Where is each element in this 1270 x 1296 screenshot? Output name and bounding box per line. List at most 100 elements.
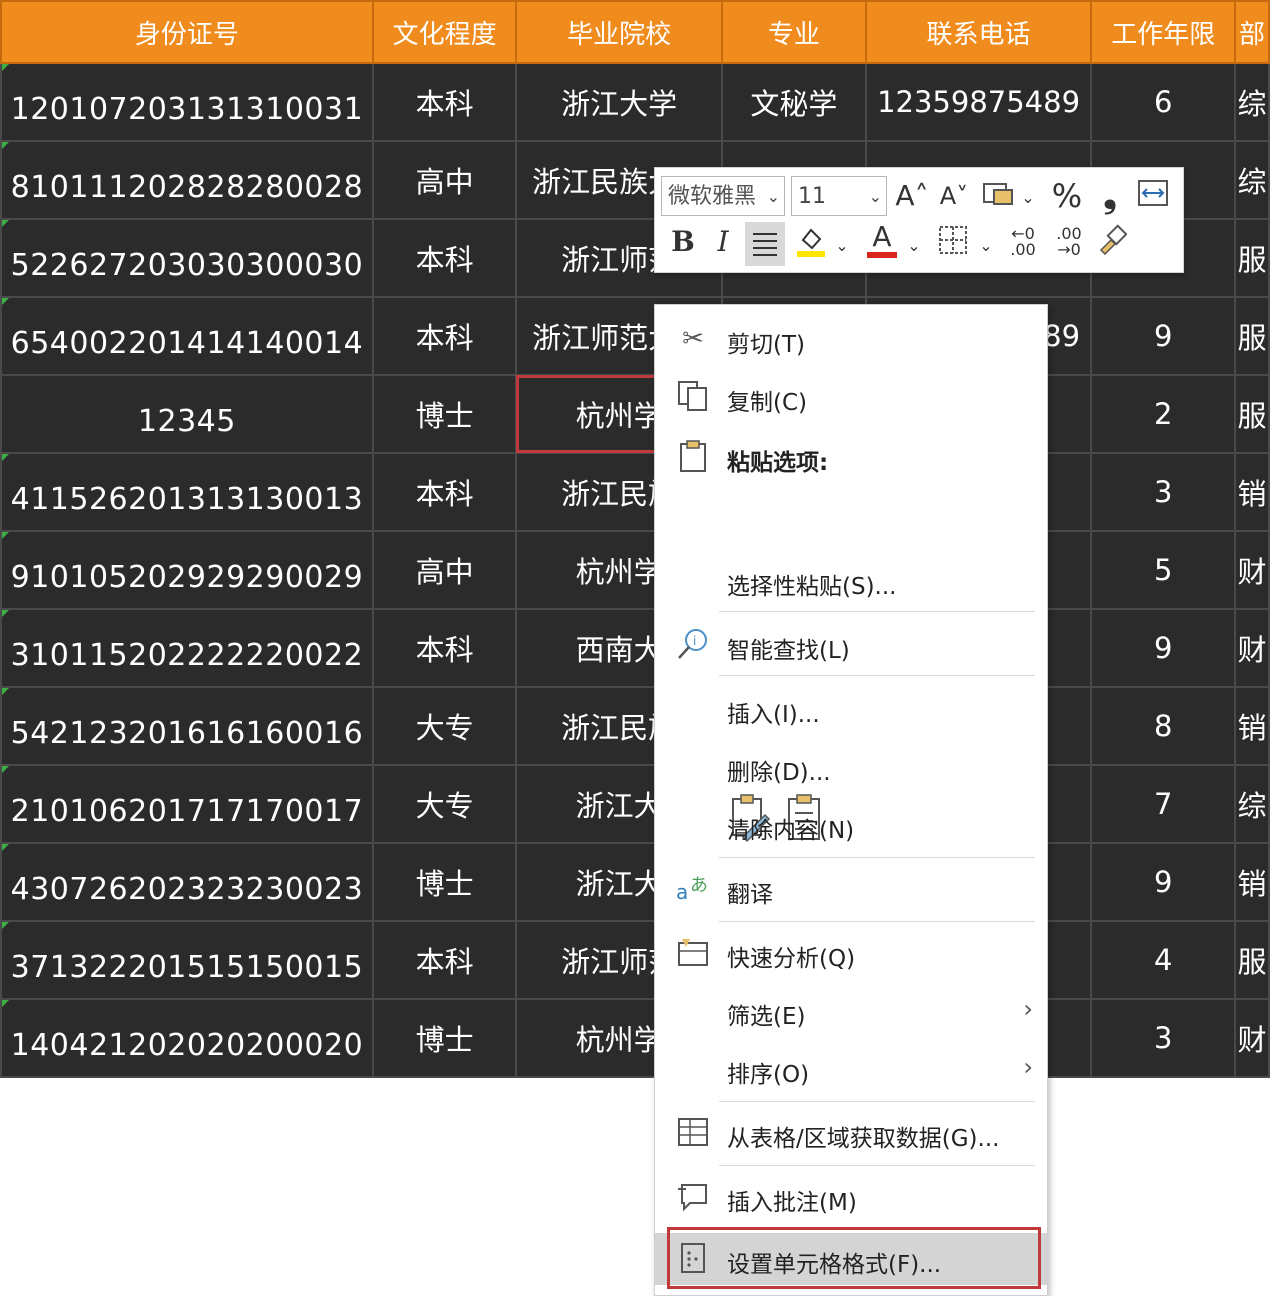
department-cell[interactable]: 销 [1233, 686, 1270, 766]
id-cell[interactable]: 140421202020200020 [0, 998, 374, 1078]
id-cell[interactable]: 411526201313130013 [0, 452, 374, 532]
education-cell[interactable]: 高中 [371, 140, 518, 220]
education-cell[interactable]: 本科 [371, 608, 518, 688]
education-cell[interactable]: 博士 [371, 374, 518, 454]
decrease-font-button[interactable]: A˅ [937, 178, 971, 214]
education-cell[interactable]: 本科 [371, 218, 518, 298]
department-cell[interactable]: 财 [1233, 530, 1270, 610]
align-center-button[interactable] [745, 222, 785, 266]
increase-decimal-button[interactable]: ←0 .00 [1003, 226, 1043, 258]
menu-item-get-data[interactable]: 从表格/区域获取数据(G)... [655, 1107, 1047, 1159]
department-cell[interactable]: 财 [1233, 608, 1270, 688]
id-cell[interactable]: 654002201414140014 [0, 296, 374, 376]
chevron-down-icon[interactable]: ⌄ [1021, 180, 1035, 216]
department-cell[interactable]: 服 [1233, 374, 1270, 454]
header-phone[interactable]: 联系电话 [864, 0, 1093, 64]
fill-color-button[interactable] [793, 224, 829, 267]
menu-item-insert[interactable]: 插入(I)... [655, 683, 1047, 735]
menu-item-smart-lookup[interactable]: i 智能查找(L) [655, 619, 1047, 671]
phone-cell[interactable]: 12359875489 [864, 62, 1093, 142]
education-cell[interactable]: 本科 [371, 920, 518, 1000]
chevron-down-icon[interactable]: ⌄ [835, 228, 849, 264]
fill-color-icon [797, 228, 825, 257]
department-cell[interactable]: 综 [1233, 62, 1270, 142]
italic-button[interactable]: I [707, 224, 739, 260]
id-cell[interactable]: 371322201515150015 [0, 920, 374, 1000]
department-cell[interactable]: 服 [1233, 920, 1270, 1000]
chevron-down-icon[interactable]: ⌄ [979, 228, 993, 264]
header-department[interactable]: 部 [1233, 0, 1270, 64]
header-education[interactable]: 文化程度 [371, 0, 518, 64]
font-size-select[interactable]: 11 ⌄ [791, 176, 887, 216]
id-cell[interactable]: 12345 [0, 374, 374, 454]
department-cell[interactable]: 服 [1233, 296, 1270, 376]
department-cell[interactable]: 销 [1233, 842, 1270, 922]
header-years[interactable]: 工作年限 [1090, 0, 1236, 64]
id-cell[interactable]: 522627203030300030 [0, 218, 374, 298]
id-cell[interactable]: 210106201717170017 [0, 764, 374, 844]
font-name-select[interactable]: 微软雅黑 ⌄ [661, 176, 785, 216]
header-school[interactable]: 毕业院校 [515, 0, 723, 64]
school-cell[interactable]: 浙江大学 [515, 62, 723, 142]
menu-item-sort[interactable]: 排序(O) › [655, 1043, 1047, 1095]
menu-item-paste-special[interactable]: 选择性粘贴(S)... [655, 555, 1047, 607]
years-cell[interactable]: 8 [1090, 686, 1236, 766]
department-cell[interactable]: 服 [1233, 218, 1270, 298]
id-cell[interactable]: 542123201616160016 [0, 686, 374, 766]
menu-item-filter[interactable]: 筛选(E) › [655, 985, 1047, 1037]
menu-item-translate[interactable]: aあ 翻译 [655, 863, 1047, 915]
education-cell[interactable]: 博士 [371, 998, 518, 1078]
education-cell[interactable]: 本科 [371, 452, 518, 532]
id-cell[interactable]: 810111202828280028 [0, 140, 374, 220]
years-cell[interactable]: 2 [1090, 374, 1236, 454]
increase-font-button[interactable]: A˄ [893, 178, 931, 214]
education-cell[interactable]: 博士 [371, 842, 518, 922]
percent-button[interactable]: % [1047, 178, 1087, 214]
menu-item-clear-contents[interactable]: 清除内容(N) [655, 799, 1047, 851]
education-cell[interactable]: 本科 [371, 62, 518, 142]
header-major[interactable]: 专业 [720, 0, 867, 64]
decrease-decimal-button[interactable]: .00 →0 [1049, 226, 1089, 258]
menu-label: 筛选(E) [727, 1004, 806, 1030]
years-cell[interactable]: 3 [1090, 998, 1236, 1078]
id-cell[interactable]: 120107203131310031 [0, 62, 374, 142]
merge-center-button[interactable] [1133, 178, 1173, 217]
years-cell[interactable]: 3 [1090, 452, 1236, 532]
department-cell[interactable]: 销 [1233, 452, 1270, 532]
copy-icon [675, 379, 711, 415]
menu-item-delete[interactable]: 删除(D)... [655, 741, 1047, 793]
menu-item-cut[interactable]: ✂ 剪切(T) [655, 313, 1047, 365]
bold-button[interactable]: B [667, 224, 699, 260]
years-cell[interactable]: 9 [1090, 842, 1236, 922]
major-cell[interactable]: 文秘学 [720, 62, 867, 142]
years-cell[interactable]: 6 [1090, 62, 1236, 142]
department-cell[interactable]: 综 [1233, 764, 1270, 844]
years-cell[interactable]: 5 [1090, 530, 1236, 610]
years-cell[interactable]: 7 [1090, 764, 1236, 844]
id-cell[interactable]: 310115202222220022 [0, 608, 374, 688]
font-color-button[interactable]: A [865, 222, 899, 258]
years-cell[interactable]: 9 [1090, 608, 1236, 688]
education-cell[interactable]: 高中 [371, 530, 518, 610]
svg-text:i: i [693, 634, 696, 648]
id-cell[interactable]: 910105202929290029 [0, 530, 374, 610]
chevron-down-icon[interactable]: ⌄ [907, 228, 921, 264]
borders-button[interactable] [935, 224, 971, 265]
education-cell[interactable]: 大专 [371, 686, 518, 766]
format-painter-button[interactable] [1093, 224, 1129, 265]
department-cell[interactable]: 财 [1233, 998, 1270, 1078]
header-id-number[interactable]: 身份证号 [0, 0, 374, 64]
menu-item-insert-comment[interactable]: 插入批注(M) [655, 1171, 1047, 1223]
education-cell[interactable]: 本科 [371, 296, 518, 376]
years-cell[interactable]: 9 [1090, 296, 1236, 376]
bold-icon: B [671, 225, 695, 258]
comma-style-button[interactable]: ❟ [1095, 178, 1125, 214]
accounting-format-button[interactable] [977, 178, 1021, 217]
department-cell[interactable]: 综 [1233, 140, 1270, 220]
menu-item-copy[interactable]: 复制(C) [655, 371, 1047, 423]
menu-label: 插入(I)... [727, 702, 820, 728]
id-cell[interactable]: 430726202323230023 [0, 842, 374, 922]
education-cell[interactable]: 大专 [371, 764, 518, 844]
menu-item-quick-analysis[interactable]: 快速分析(Q) [655, 927, 1047, 979]
years-cell[interactable]: 4 [1090, 920, 1236, 1000]
